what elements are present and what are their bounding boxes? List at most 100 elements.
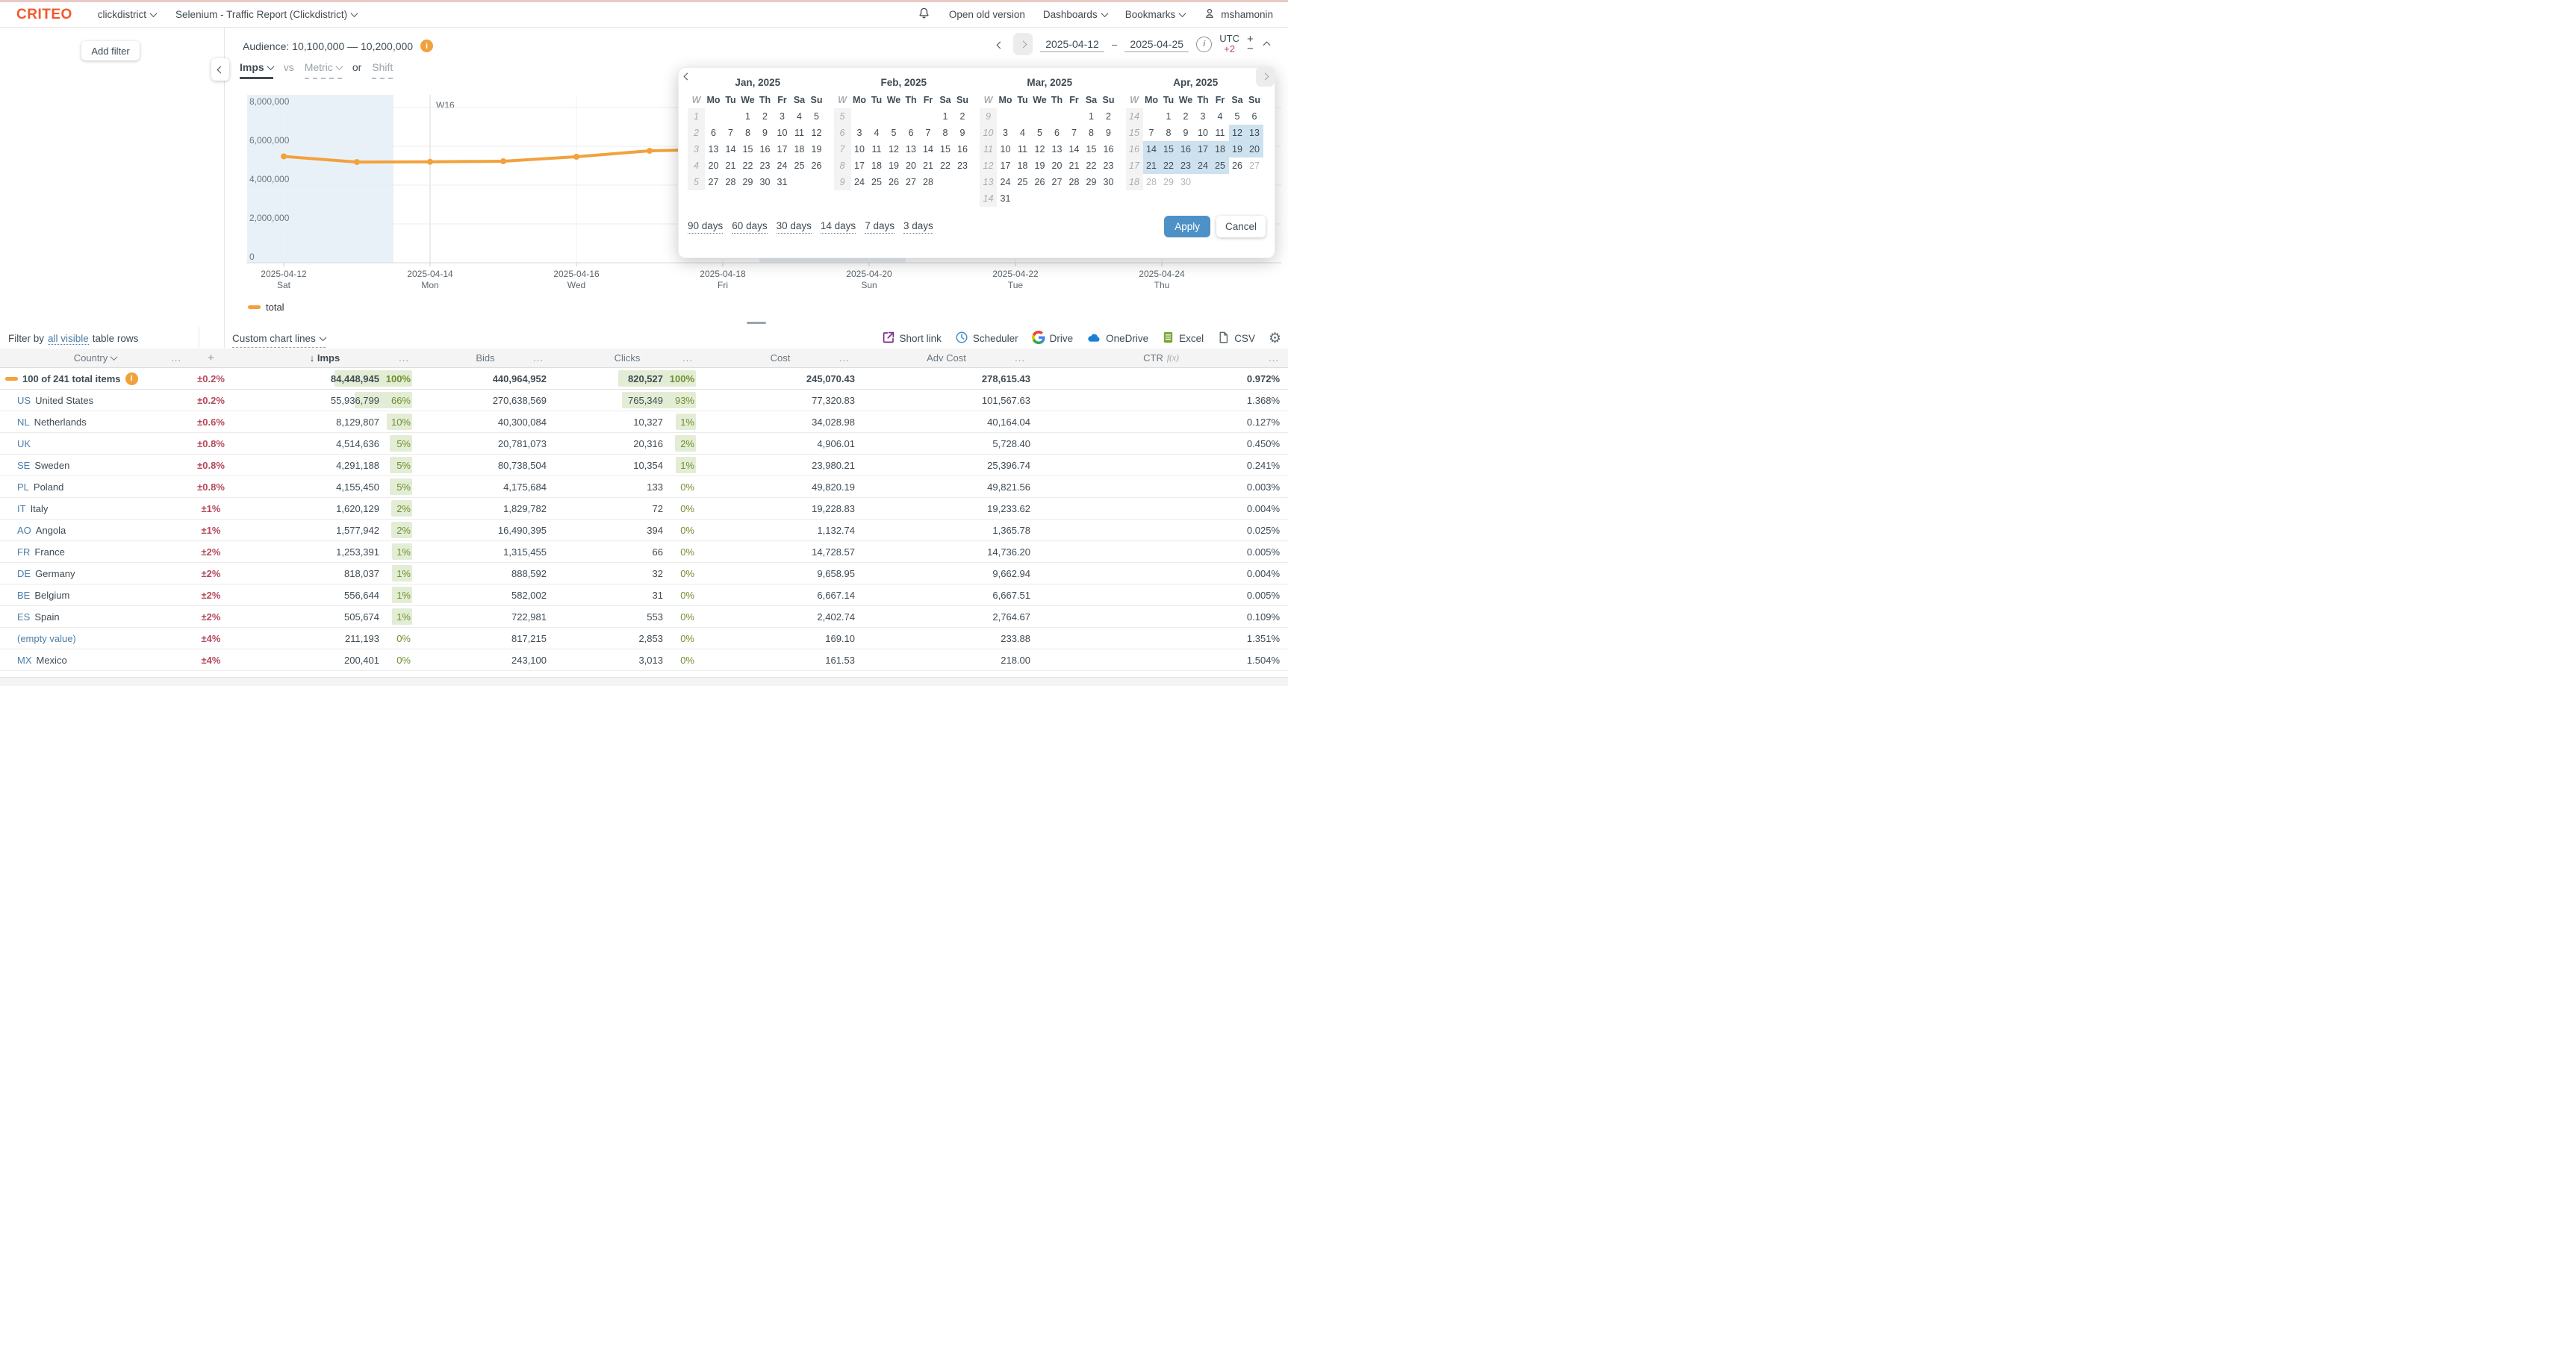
calendar-day[interactable]: 15 [1160,141,1177,158]
quick-range-link[interactable]: 3 days [903,220,933,234]
quick-range-link[interactable]: 14 days [821,220,856,234]
calendar-day[interactable]: 25 [1212,158,1229,174]
collapse-panel-button[interactable] [1261,36,1272,53]
calendar-day[interactable]: 9 [1100,125,1117,141]
calendar-day[interactable]: 14 [722,141,739,158]
calendar-day[interactable]: 24 [851,174,868,190]
calendar-day[interactable]: 22 [1160,158,1177,174]
calendar-day[interactable]: 29 [1083,174,1100,190]
calendar-day[interactable]: 18 [791,141,808,158]
timezone-minus-button[interactable]: − [1247,44,1254,54]
settings-button[interactable]: ⚙ [1269,332,1281,346]
calendar-day[interactable]: 23 [954,158,971,174]
calendar-next-month-button[interactable] [1256,66,1275,87]
table-row[interactable]: ES Spain ±2% 505,674 1% 722,981 553 0% 2… [0,606,1288,628]
calendar-day[interactable]: 16 [756,141,774,158]
end-date-input[interactable] [1124,37,1189,52]
table-row[interactable]: NL Netherlands ±0.6% 8,129,807 10% 40,30… [0,411,1288,433]
date-range-prev-button[interactable] [995,35,1006,54]
date-range-next-button[interactable] [1013,33,1033,55]
calendar-day[interactable]: 24 [997,174,1014,190]
calendar-day[interactable]: 2 [954,108,971,125]
calendar-day[interactable]: 25 [791,158,808,174]
custom-chart-lines-dropdown[interactable]: Custom chart lines [232,333,326,348]
timezone-display[interactable]: UTC +2 [1219,34,1239,54]
column-header-bids[interactable]: Bids ... [418,349,553,367]
add-column-button[interactable]: + [190,349,231,367]
drive-button[interactable]: Drive [1032,331,1074,346]
column-header-ctr[interactable]: CTR f(x) ... [1034,349,1288,367]
table-row[interactable]: DE Germany ±2% 818,037 1% 888,592 32 0% … [0,563,1288,584]
calendar-day[interactable]: 11 [868,141,886,158]
calendar-day[interactable]: 20 [1246,141,1263,158]
table-row[interactable]: MX Mexico ±4% 200,401 0% 243,100 3,013 0… [0,649,1288,671]
bids-column-menu[interactable]: ... [533,352,544,364]
calendar-day[interactable]: 29 [1160,174,1177,190]
calendar-day[interactable]: 2 [756,108,774,125]
calendar-day[interactable]: 13 [705,141,722,158]
column-header-country[interactable]: Country ... [0,349,190,367]
column-header-adv-cost[interactable]: Adv Cost ... [859,349,1034,367]
imps-column-menu[interactable]: ... [399,352,409,364]
column-header-imps[interactable]: ↓ Imps ... [231,349,418,367]
calendar-day[interactable]: 6 [1246,108,1263,125]
calendar-day[interactable]: 17 [851,158,868,174]
table-row[interactable]: SE Sweden ±0.8% 4,291,188 5% 80,738,504 … [0,455,1288,476]
calendar-day[interactable]: 8 [1160,125,1177,141]
calendar-prev-month-button[interactable] [685,69,690,81]
table-row[interactable]: BE Belgium ±2% 556,644 1% 582,002 31 0% … [0,584,1288,606]
calendar-day[interactable]: 4 [791,108,808,125]
calendar-day[interactable]: 10 [997,141,1014,158]
shift-toggle[interactable]: Shift [372,61,393,79]
quick-range-link[interactable]: 7 days [865,220,895,234]
calendar-day[interactable]: 8 [739,125,756,141]
calendar-day[interactable]: 15 [937,141,954,158]
calendar-day[interactable]: 31 [774,174,791,190]
calendar-day[interactable]: 9 [756,125,774,141]
calendar-day[interactable]: 10 [851,141,868,158]
calendar-day[interactable]: 20 [903,158,920,174]
audience-info-icon[interactable]: i [420,40,433,52]
calendar-day[interactable]: 6 [705,125,722,141]
calendar-day[interactable]: 5 [1229,108,1246,125]
calendar-day[interactable]: 19 [886,158,903,174]
scheduler-button[interactable]: Scheduler [955,331,1018,346]
calendar-day[interactable]: 26 [808,158,825,174]
calendar-day[interactable]: 20 [1048,158,1065,174]
bookmarks-menu[interactable]: Bookmarks [1125,9,1186,20]
calendar-day[interactable]: 4 [1212,108,1229,125]
calendar-day[interactable]: 21 [1143,158,1160,174]
calendar-day[interactable]: 9 [1177,125,1195,141]
calendar-day[interactable]: 19 [1229,141,1246,158]
calendar-day[interactable]: 26 [1229,158,1246,174]
calendar-day[interactable]: 19 [808,141,825,158]
calendar-day[interactable]: 26 [886,174,903,190]
quick-range-link[interactable]: 60 days [732,220,767,234]
chart-legend[interactable]: total [248,302,284,313]
calendar-day[interactable]: 18 [868,158,886,174]
column-header-clicks[interactable]: Clicks ... [553,349,702,367]
calendar-day[interactable]: 29 [739,174,756,190]
calendar-day[interactable]: 19 [1031,158,1048,174]
calendar-day[interactable]: 31 [997,190,1014,207]
calendar-day[interactable]: 3 [1195,108,1212,125]
metric-scroll-left-button[interactable] [211,58,229,81]
calendar-day[interactable]: 7 [1065,125,1083,141]
calendar-day[interactable]: 5 [1031,125,1048,141]
calendar-day[interactable]: 17 [997,158,1014,174]
country-column-menu[interactable]: ... [171,352,181,364]
table-row[interactable]: PL Poland ±0.8% 4,155,450 5% 4,175,684 1… [0,476,1288,498]
excel-button[interactable]: Excel [1162,331,1204,346]
filter-all-visible-link[interactable]: all visible [48,333,89,345]
table-row[interactable]: UK ±0.8% 4,514,636 5% 20,781,073 20,316 … [0,433,1288,455]
calendar-day[interactable]: 15 [739,141,756,158]
adv-cost-column-menu[interactable]: ... [1015,352,1025,364]
calendar-day[interactable]: 16 [954,141,971,158]
calendar-day[interactable]: 2 [1100,108,1117,125]
calendar-day[interactable]: 21 [1065,158,1083,174]
ctr-column-menu[interactable]: ... [1269,352,1279,364]
calendar-day[interactable]: 5 [808,108,825,125]
calendar-day[interactable]: 25 [868,174,886,190]
calendar-day[interactable]: 30 [756,174,774,190]
calendar-day[interactable]: 6 [1048,125,1065,141]
